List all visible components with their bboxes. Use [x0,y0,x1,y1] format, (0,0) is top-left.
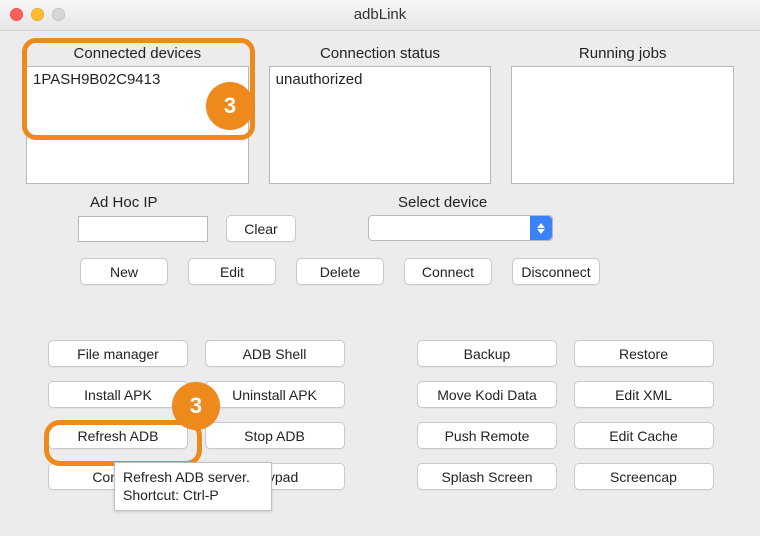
connection-status-panel: Connection status unauthorized [269,39,492,184]
new-button[interactable]: New [80,258,168,285]
uninstall-apk-button[interactable]: Uninstall APK [205,381,345,408]
connection-status-text: unauthorized [276,71,485,88]
maximize-icon[interactable] [52,8,65,21]
connection-status-label: Connection status [269,39,492,66]
stop-adb-button[interactable]: Stop ADB [205,422,345,449]
device-item[interactable]: 1PASH9B02C9413 [33,71,242,88]
adhoc-ip-label: Ad Hoc IP [78,194,158,215]
select-device-label: Select device [368,194,487,215]
backup-button[interactable]: Backup [417,340,557,367]
screencap-button[interactable]: Screencap [574,463,714,490]
close-icon[interactable] [10,8,23,21]
running-jobs-label: Running jobs [511,39,734,66]
install-apk-button[interactable]: Install APK [48,381,188,408]
adhoc-group: Ad Hoc IP Clear [78,194,338,242]
clear-button[interactable]: Clear [226,215,296,242]
status-panels: Connected devices 1PASH9B02C9413 Connect… [0,31,760,184]
edit-cache-button[interactable]: Edit Cache [574,422,714,449]
minimize-icon[interactable] [31,8,44,21]
edit-xml-button[interactable]: Edit XML [574,381,714,408]
splash-screen-button[interactable]: Splash Screen [417,463,557,490]
refresh-adb-button[interactable]: Refresh ADB [48,422,188,449]
select-device-group: Select device [368,194,553,241]
push-remote-button[interactable]: Push Remote [417,422,557,449]
file-manager-button[interactable]: File manager [48,340,188,367]
running-jobs-box [511,66,734,184]
chevron-up-down-icon [530,216,552,240]
connected-devices-label: Connected devices [26,39,249,66]
connection-status-box: unauthorized [269,66,492,184]
adhoc-ip-input[interactable] [78,216,208,242]
annotation-badge: 3 [172,382,220,430]
connect-button[interactable]: Connect [404,258,492,285]
adb-shell-button[interactable]: ADB Shell [205,340,345,367]
window-titlebar: adbLink [0,0,760,31]
running-jobs-panel: Running jobs [511,39,734,184]
edit-button[interactable]: Edit [188,258,276,285]
tooltip: Refresh ADB server. Shortcut: Ctrl-P [114,462,272,511]
disconnect-button[interactable]: Disconnect [512,258,600,285]
connection-row: Ad Hoc IP Clear Select device [0,184,760,242]
annotation-badge: 3 [206,82,254,130]
device-action-row: New Edit Delete Connect Disconnect [54,242,760,285]
delete-button[interactable]: Delete [296,258,384,285]
restore-button[interactable]: Restore [574,340,714,367]
tooltip-text: Refresh ADB server. Shortcut: Ctrl-P [123,469,250,503]
move-kodi-data-button[interactable]: Move Kodi Data [417,381,557,408]
window-controls [10,8,65,21]
select-device-dropdown[interactable] [368,215,553,241]
window-title: adbLink [354,6,407,23]
